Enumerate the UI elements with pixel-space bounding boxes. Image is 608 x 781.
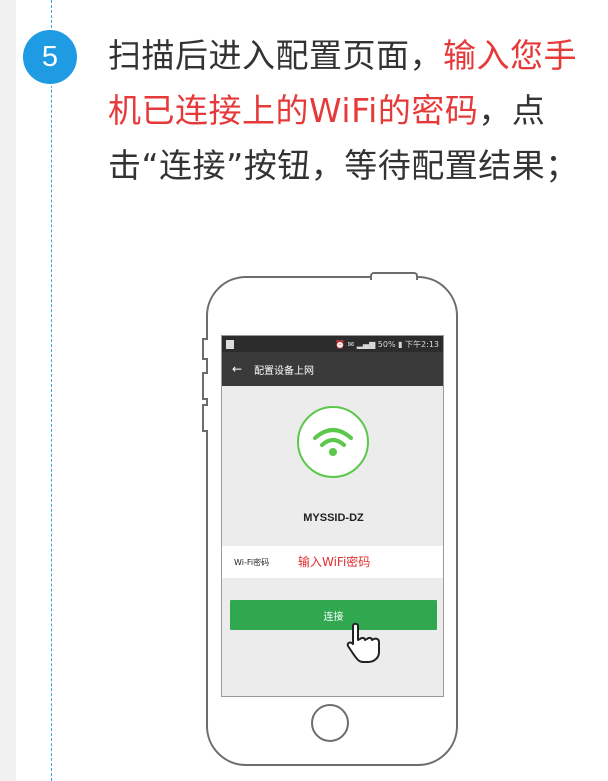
password-label: Wi-Fi密码 <box>234 557 270 567</box>
phone-side-button <box>202 338 208 360</box>
phone-screen: ⏰ ✉ ▂▄▆ 50% ▮ 下午2:13 ← 配置设备上网 MYSSID-DZ … <box>221 335 444 697</box>
screen-title: 配置设备上网 <box>254 365 315 377</box>
password-input[interactable] <box>298 555 428 569</box>
status-bar-info: ⏰ ✉ ▂▄▆ 50% ▮ 下午2:13 <box>335 339 439 349</box>
phone-side-button <box>202 372 208 400</box>
back-arrow-icon[interactable]: ← <box>232 362 242 376</box>
sim-icon <box>226 339 234 349</box>
step-instruction: 扫描后进入配置页面，输入您手机已连接上的WiFi的密码，点击“连接”按钮，等待配… <box>108 28 588 193</box>
wifi-icon <box>297 406 369 478</box>
ssid-label: MYSSID-DZ <box>303 512 364 524</box>
status-bar: ⏰ ✉ ▂▄▆ 50% ▮ 下午2:13 <box>222 336 443 352</box>
title-bar: ← 配置设备上网 <box>222 352 443 386</box>
step-number-badge: 5 <box>23 30 77 84</box>
pointer-hand-icon <box>346 622 380 663</box>
timeline-dashed-line <box>51 0 52 781</box>
phone-top-button <box>370 272 418 280</box>
home-button <box>311 704 349 742</box>
password-row: Wi-Fi密码 <box>222 546 443 578</box>
left-rail <box>0 0 16 781</box>
instruction-text-1: 扫描后进入配置页面， <box>108 36 443 75</box>
phone-side-button <box>202 404 208 432</box>
connect-button[interactable]: 连接 <box>230 600 437 630</box>
